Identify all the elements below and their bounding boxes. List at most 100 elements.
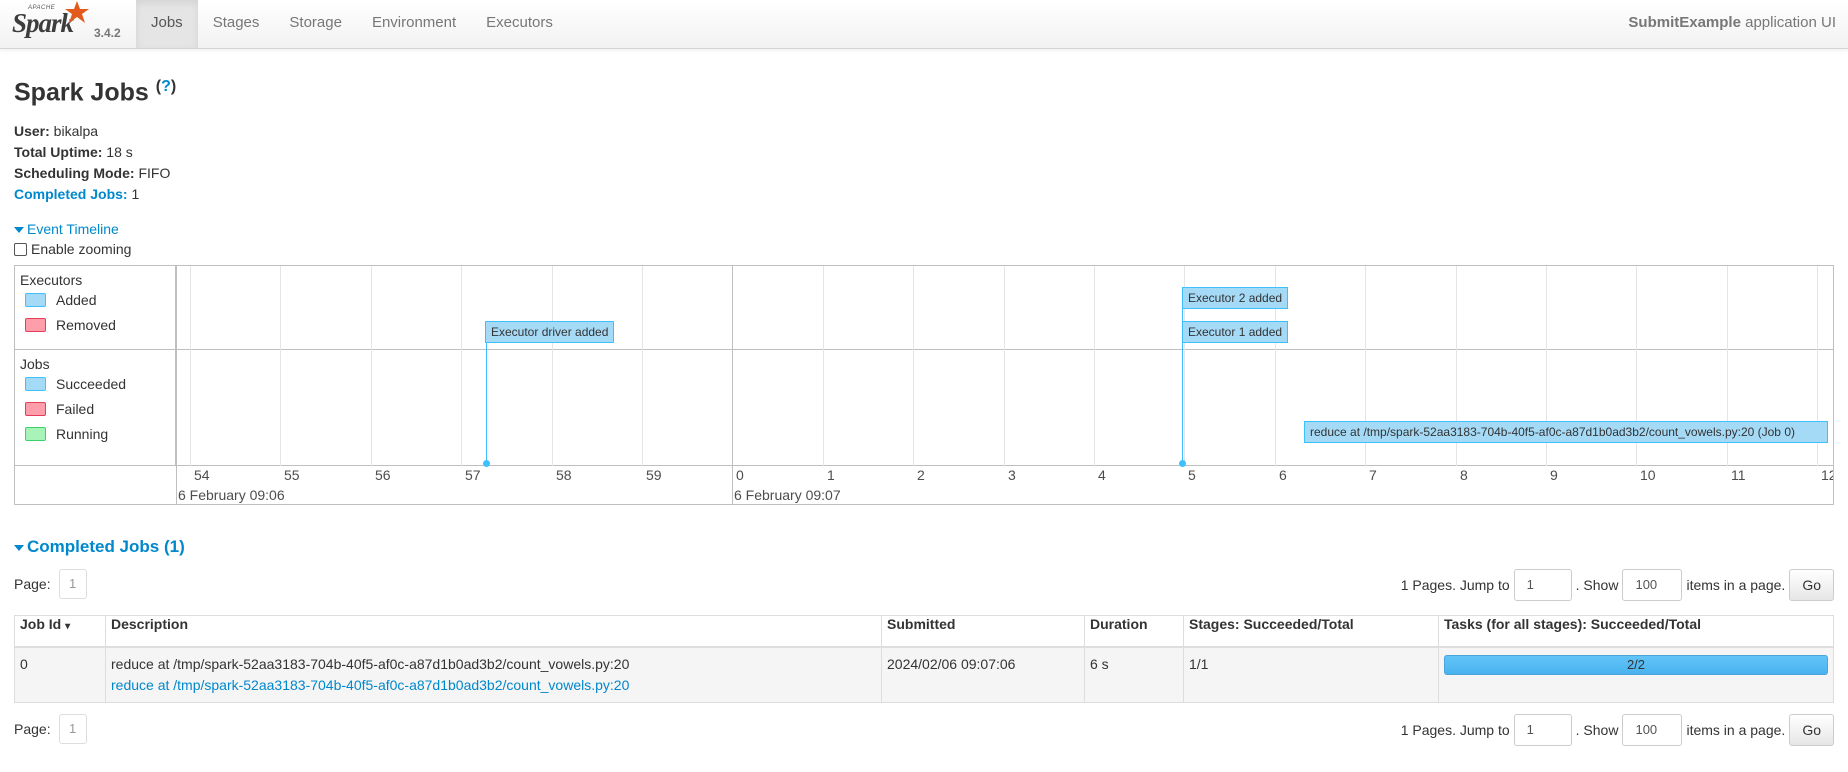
help-link[interactable]: ? [161,78,171,95]
tab-environment[interactable]: Environment [357,0,471,48]
executor-event-dot [1179,460,1186,467]
tab-stages[interactable]: Stages [198,0,275,48]
spark-logo[interactable]: APACHE Spark 3.4.2 [12,0,127,48]
timeline-gridline [176,266,177,504]
timeline-tick-label: 6 [1279,467,1287,483]
driver-event-dot [483,460,490,467]
legend-added-label: Added [56,292,97,308]
running-swatch [25,427,46,441]
pages-jump-label: 1 Pages. Jump to [1400,577,1510,593]
items-per-page-label: items in a page. [1686,722,1786,738]
col-stages[interactable]: Stages: Succeeded/Total [1183,615,1439,648]
col-description[interactable]: Description [105,615,882,648]
completed-jobs-table: Job Id ▾ Description Submitted Duration … [14,615,1834,703]
tab-jobs[interactable]: Jobs [136,0,198,48]
timeline-tick-label: 7 [1369,467,1377,483]
go-button[interactable]: Go [1789,714,1834,746]
summary-scheduling: Scheduling Mode: FIFO [14,163,170,184]
app-title: SubmitExample application UI [1628,0,1836,45]
cell-duration: 6 s [1084,646,1184,703]
page-size-input[interactable]: 100 [1622,569,1683,601]
timeline-tick-label: 58 [556,467,572,483]
jump-to-input[interactable]: 1 [1513,569,1572,601]
timeline-legend: Executors Added Removed Jobs Succeeded F… [15,266,176,466]
app-name: SubmitExample [1628,14,1741,31]
jump-to-input[interactable]: 1 [1513,714,1572,746]
spark-star-icon [65,1,89,23]
executors-group-title: Executors [20,272,83,288]
items-per-page-label: items in a page. [1686,577,1786,593]
cell-description: reduce at /tmp/spark-52aa3183-704b-40f5-… [105,646,882,703]
col-job-id-label: Job Id [20,616,62,632]
show-label: . Show [1575,722,1619,738]
event-timeline-toggle[interactable]: Event Timeline [14,221,119,237]
timeline-canvas[interactable]: Executor 2 added Executor 1 added Execut… [176,266,1833,504]
timeline-tick-label: 5 [1188,467,1196,483]
navbar: APACHE Spark 3.4.2 Jobs Stages Storage E… [0,0,1848,49]
go-button[interactable]: Go [1789,569,1834,601]
spark-version: 3.4.2 [94,26,121,40]
succeeded-swatch [25,377,46,391]
timeline-gridline [642,266,643,466]
executor-2-added-event[interactable]: Executor 2 added [1182,287,1289,309]
timeline-tick-label: 2 [917,467,925,483]
tab-storage[interactable]: Storage [274,0,357,48]
removed-swatch [25,318,46,332]
timeline-tick-label: 11 [1731,467,1746,483]
legend-succeeded: Succeeded [25,376,126,392]
failed-swatch [25,402,46,416]
event-timeline: Executors Added Removed Jobs Succeeded F… [14,265,1834,505]
col-tasks[interactable]: Tasks (for all stages): Succeeded/Total [1438,615,1834,648]
timeline-tick-label: 4 [1098,467,1106,483]
page-size-input[interactable]: 100 [1622,714,1683,746]
timeline-tick-label: 3 [1008,467,1016,483]
pages-jump-label: 1 Pages. Jump to [1400,722,1510,738]
summary-list: User: bikalpa Total Uptime: 18 s Schedul… [14,121,170,205]
col-job-id[interactable]: Job Id ▾ [14,615,106,648]
legend-running-label: Running [56,426,109,442]
job-0-bar[interactable]: reduce at /tmp/spark-52aa3183-704b-40f5-… [1304,421,1828,443]
col-duration[interactable]: Duration [1084,615,1184,648]
completed-jobs-link[interactable]: Completed Jobs: [14,186,128,202]
legend-succeeded-label: Succeeded [56,376,127,392]
tasks-progress-bar: 2/2 [1444,654,1828,675]
uptime-label: Total Uptime: [14,144,103,160]
scheduling-label: Scheduling Mode: [14,165,135,181]
timeline-tick-label: 56 [375,467,391,483]
description-link[interactable]: reduce at /tmp/spark-52aa3183-704b-40f5-… [111,675,876,696]
nav-tabs: Jobs Stages Storage Environment Executor… [136,0,568,48]
help-tooltip[interactable]: (?) [156,78,176,95]
event-timeline-label: Event Timeline [27,221,119,237]
timeline-tick-label: 0 [736,467,744,483]
page-label: Page: [14,576,51,592]
legend-failed: Failed [25,401,94,417]
executor-driver-added-event[interactable]: Executor driver added [485,321,615,343]
app-title-suffix: application UI [1740,14,1836,31]
user-label: User: [14,123,50,139]
timeline-tick-label: 55 [284,467,300,483]
user-value: bikalpa [49,123,99,139]
jobs-group-title: Jobs [20,356,50,372]
cell-submitted: 2024/02/06 09:07:06 [881,646,1085,703]
pager-top-right: 1 Pages. Jump to 1 . Show 100 items in a… [1401,569,1834,601]
added-swatch [25,293,46,307]
page-number-button[interactable]: 1 [58,569,87,599]
timeline-tick-label: 54 [194,467,210,483]
tab-executors[interactable]: Executors [471,0,568,48]
completed-jobs-toggle[interactable]: Completed Jobs (1) [14,537,185,557]
timeline-gridline [371,266,372,466]
driver-event-line [486,343,487,462]
executor-1-added-event[interactable]: Executor 1 added [1182,321,1289,343]
timeline-gridline [461,266,462,466]
timeline-tick-label: 8 [1460,467,1468,483]
legend-failed-label: Failed [56,401,95,417]
enable-zooming-label: Enable zooming [31,241,132,257]
timeline-tick-label: 57 [465,467,481,483]
enable-zooming-checkbox[interactable] [14,242,27,256]
col-submitted[interactable]: Submitted [881,615,1085,648]
description-text: reduce at /tmp/spark-52aa3183-704b-40f5-… [111,655,630,672]
timeline-gridline [823,266,824,466]
page-number-button[interactable]: 1 [58,714,87,744]
pager-top-left: Page: 1 [14,569,87,599]
timeline-tick-label: 10 [1640,467,1656,483]
